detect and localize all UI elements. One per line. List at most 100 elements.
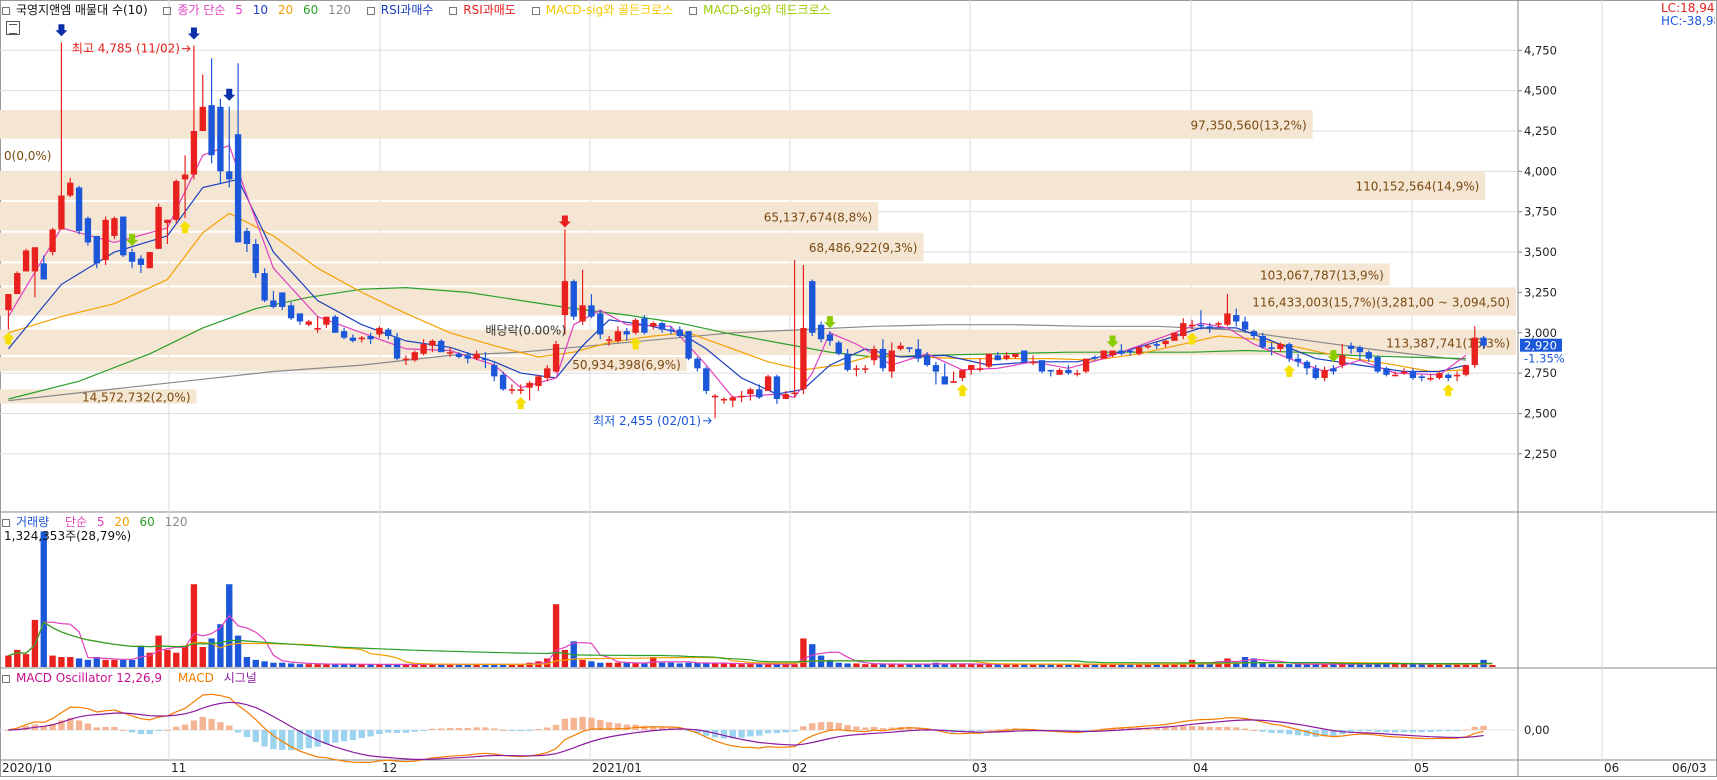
volume-bar	[756, 664, 763, 667]
macd-oscillator-bar	[552, 724, 560, 730]
volume-bar	[1241, 657, 1249, 667]
macd-oscillator-bar	[146, 730, 153, 735]
candle-down	[1383, 368, 1390, 375]
candle-down	[208, 105, 215, 156]
macd-oscillator-bar	[985, 729, 993, 731]
macd-oscillator-bar	[429, 728, 436, 730]
macd-oscillator-bar	[120, 729, 127, 731]
candle-up	[146, 252, 153, 269]
volume-bar	[1294, 664, 1302, 667]
macd-oscillator-bar	[155, 730, 162, 732]
volume-profile-label: 68,486,922(9,3%)	[809, 241, 918, 255]
legend-rsi-sell[interactable]: RSI과매도	[449, 3, 522, 17]
candle-down	[817, 324, 825, 340]
legend-macd-golden[interactable]: MACD-sig와 골든크로스	[531, 3, 680, 17]
high-price-label: 최고 4,785 (11/02)	[72, 42, 180, 56]
candle-down	[217, 106, 224, 172]
dividend-label: 배당락(0.00%)	[485, 323, 566, 337]
candle-down	[93, 235, 100, 264]
candle-down	[491, 365, 498, 377]
candle-down	[1312, 368, 1319, 378]
volume-bar	[120, 659, 127, 667]
candle-up	[1012, 353, 1019, 357]
candle-up	[897, 345, 904, 349]
legend-macd-signal: 시그널	[223, 671, 257, 685]
candle-down	[1374, 357, 1381, 372]
macd-oscillator-bar	[199, 716, 206, 730]
volume-bar	[84, 659, 92, 667]
legend-ma10: 10	[252, 3, 269, 17]
volume-bar	[738, 664, 745, 667]
macd-oscillator-bar	[826, 721, 834, 730]
volume-bar	[844, 663, 851, 667]
volume-bar	[853, 663, 860, 667]
macd-oscillator-bar	[1180, 726, 1187, 730]
candle-down	[1445, 374, 1452, 378]
macd-oscillator-bar	[1445, 730, 1452, 732]
date-tick-label: 06/03	[1672, 761, 1707, 775]
volume-bar	[862, 664, 869, 667]
candle-down	[1347, 345, 1355, 349]
volume-bar	[279, 662, 286, 667]
macd-oscillator-bar	[340, 730, 348, 742]
macd-oscillator-bar	[93, 727, 100, 730]
legend-volume[interactable]: 거래량	[2, 515, 55, 529]
candle-down	[1241, 321, 1249, 330]
candle-down	[773, 376, 781, 399]
candle-down	[676, 329, 683, 337]
volume-bar	[1409, 664, 1417, 667]
candle-up	[102, 219, 109, 261]
candle-up	[1400, 371, 1408, 374]
legend-macd-dead[interactable]: MACD-sig와 데드크로스	[689, 3, 837, 17]
candle-down	[128, 252, 136, 262]
candle-up	[1171, 332, 1178, 341]
candle-up	[1056, 369, 1063, 375]
volume-bar	[667, 662, 675, 667]
chart-canvas[interactable]: 2020/10 11 12 2021/01 02 03 04 05 06 06/03 4,750 4,…	[0, 0, 1717, 777]
legend-instrument[interactable]: 국영지앤엠 매물대 수(10)	[2, 3, 154, 17]
candle-down	[455, 353, 463, 357]
candle-down	[1480, 337, 1487, 346]
candle-up	[1188, 324, 1196, 327]
macd-oscillator-bar	[738, 730, 745, 738]
date-tick-label: 04	[1193, 761, 1208, 775]
candle-up	[579, 305, 586, 322]
candle-down	[1418, 376, 1425, 378]
macd-oscillator-bar	[402, 730, 410, 733]
candle-up	[1224, 313, 1231, 325]
legend-ma[interactable]: 종가 단순 5 10 20 60 120	[163, 3, 357, 17]
grid-tool-icon[interactable]	[6, 21, 20, 35]
volume-profile-label: 50,934,398(6,9%)	[572, 358, 681, 372]
macd-oscillator-bar	[482, 727, 489, 730]
candle-up	[720, 398, 728, 401]
macd-legend: MACD Oscillator 12,26,9 MACD 시그널	[2, 670, 263, 686]
candle-down	[667, 329, 675, 332]
macd-oscillator-bar	[1471, 726, 1478, 730]
legend-macd-osc[interactable]: MACD Oscillator 12,26,9	[2, 671, 168, 685]
macd-oscillator-bar	[128, 730, 136, 733]
macd-oscillator-bar	[420, 730, 427, 731]
candle-up	[632, 319, 639, 333]
macd-oscillator-bar	[270, 730, 277, 750]
candle-up	[190, 131, 198, 175]
candle-down	[685, 331, 692, 359]
macd-oscillator-bar	[102, 726, 109, 730]
candle-down	[941, 376, 948, 385]
candle-down	[252, 244, 259, 274]
candle-down	[844, 353, 851, 370]
volume-bar	[676, 663, 683, 667]
macd-oscillator-bar	[226, 725, 233, 730]
candle-up	[49, 229, 56, 253]
macd-oscillator-bar	[747, 730, 754, 737]
candle-down	[1294, 358, 1302, 362]
macd-oscillator-bar	[217, 722, 224, 730]
legend-rsi-buy[interactable]: RSI과매수	[366, 3, 440, 17]
macd-oscillator-bar	[190, 720, 198, 730]
candle-up	[164, 219, 171, 224]
macd-oscillator-bar	[1365, 730, 1372, 732]
macd-oscillator-bar	[773, 730, 781, 734]
macd-oscillator-bar	[1374, 730, 1381, 732]
candle-down	[623, 331, 630, 335]
candle-down	[243, 231, 251, 244]
candle-up	[1453, 374, 1461, 377]
